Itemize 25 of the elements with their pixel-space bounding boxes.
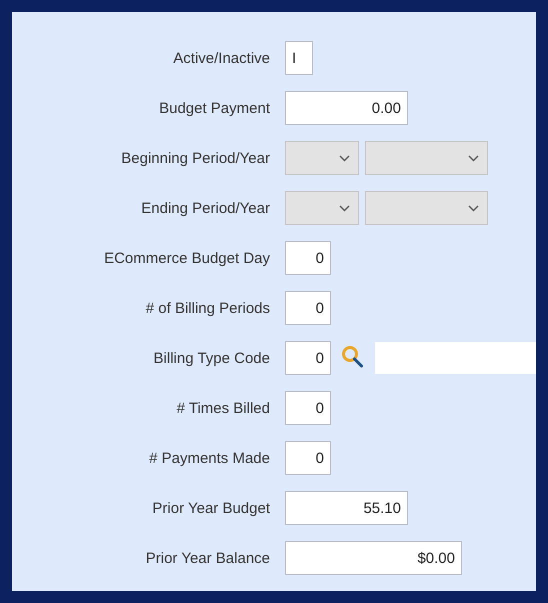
field-label: Billing Type Code (154, 350, 270, 366)
input-field[interactable]: $0.00 (285, 541, 462, 575)
chevron-down-icon (468, 204, 479, 212)
field-label: Budget Payment (159, 100, 270, 116)
field-label: # of Billing Periods (146, 300, 270, 316)
chevron-down-icon (339, 154, 350, 162)
input-field[interactable]: 0 (285, 241, 331, 275)
input-field[interactable]: 0.00 (285, 91, 408, 125)
chevron-down-icon (339, 204, 350, 212)
input-field[interactable]: 0 (285, 341, 331, 375)
input-field[interactable]: 0 (285, 391, 331, 425)
field-label: # Times Billed (176, 400, 270, 416)
field-label: Prior Year Budget (152, 500, 270, 516)
input-field[interactable]: I (285, 41, 313, 75)
chevron-down-icon (468, 154, 479, 162)
field-label: Beginning Period/Year (121, 150, 270, 166)
field-label: Active/Inactive (173, 50, 270, 66)
input-field[interactable]: 0 (285, 441, 331, 475)
input-field[interactable]: 55.10 (285, 491, 408, 525)
description-field[interactable] (375, 342, 536, 374)
field-label: ECommerce Budget Day (104, 250, 270, 266)
field-label: Prior Year Balance (146, 550, 270, 566)
field-label: # Payments Made (149, 450, 270, 466)
field-label: Ending Period/Year (141, 200, 270, 216)
input-field[interactable]: 0 (285, 291, 331, 325)
